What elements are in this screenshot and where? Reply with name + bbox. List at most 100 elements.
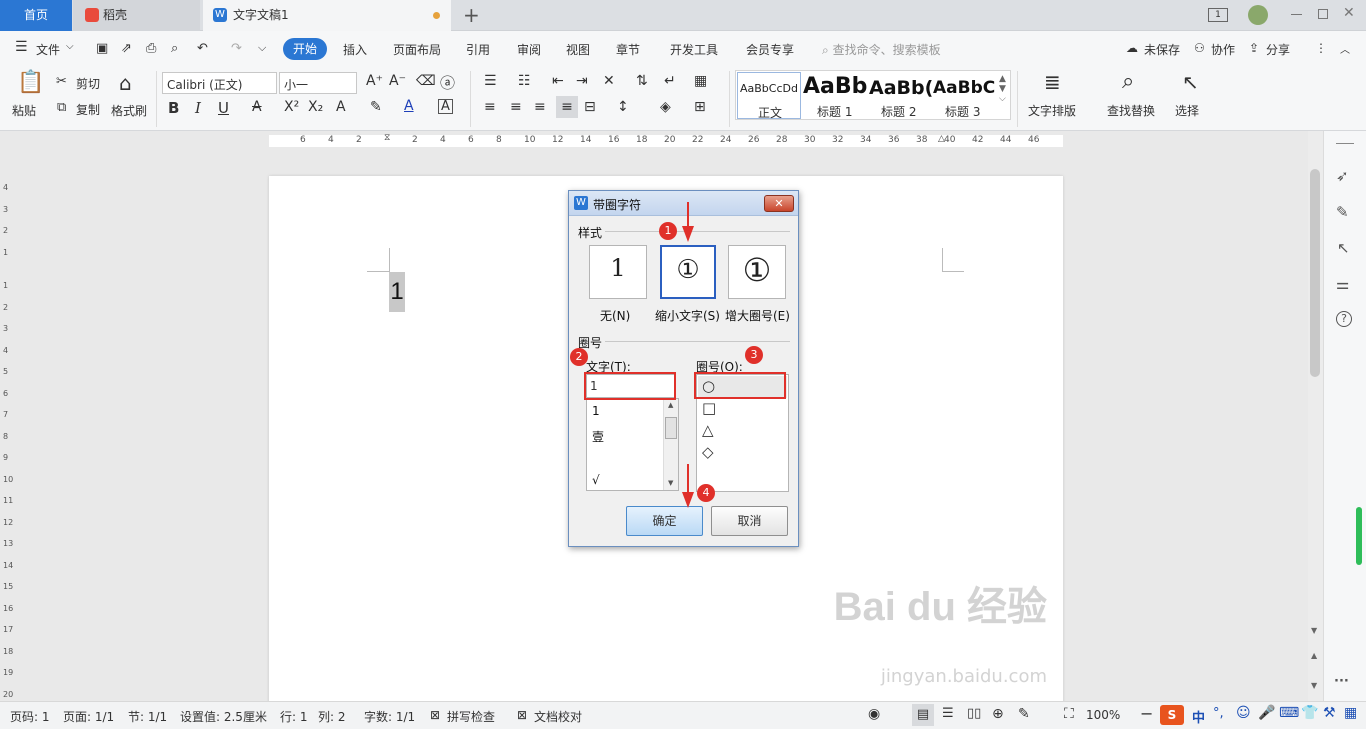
font-size-select[interactable]: 小一: [279, 72, 357, 94]
reading-view-icon[interactable]: ▯▯: [967, 706, 981, 721]
unsaved-status[interactable]: 未保存: [1144, 41, 1180, 58]
sort-icon[interactable]: ⇅: [636, 73, 648, 89]
fit-page-icon[interactable]: ⛶: [1064, 706, 1074, 722]
status-setting[interactable]: 设置值: 2.5厘米: [180, 708, 267, 725]
list-item[interactable]: △: [702, 421, 714, 439]
status-pages[interactable]: 页面: 1/1: [63, 708, 114, 725]
pen-icon[interactable]: ✎: [1336, 203, 1349, 221]
increase-indent-icon[interactable]: ⇥: [576, 73, 588, 89]
rocket-icon[interactable]: ➶: [1336, 167, 1349, 185]
hamburger-icon[interactable]: ☰: [15, 39, 28, 55]
ime-tools-icon[interactable]: ⚒: [1323, 705, 1336, 721]
line-spacing-icon[interactable]: ↕: [617, 99, 629, 115]
scrollbar-thumb[interactable]: [1310, 169, 1320, 377]
panel-toggle-icon[interactable]: [1336, 143, 1354, 144]
status-row[interactable]: 行: 1: [280, 708, 308, 725]
decrease-indent-icon[interactable]: ⇤: [552, 73, 564, 89]
dialog-close-icon[interactable]: ✕: [764, 195, 794, 212]
page-view-icon[interactable]: ▤: [912, 704, 934, 726]
strikethrough-icon[interactable]: A: [252, 99, 262, 115]
style-heading-2[interactable]: AaBb( 标题 2: [869, 72, 933, 119]
grow-font-icon[interactable]: A⁺: [366, 73, 383, 89]
chinese-layout-icon[interactable]: ✕: [603, 73, 615, 89]
selected-document-text[interactable]: 1: [389, 272, 405, 312]
share-button[interactable]: 分享: [1266, 41, 1290, 58]
bullet-list-icon[interactable]: ☰: [484, 73, 497, 89]
text-options-list[interactable]: 1 壹 √ ▲ ▼: [586, 398, 679, 491]
export-icon[interactable]: ⇗: [121, 41, 132, 56]
collapse-ribbon-icon[interactable]: ︿: [1340, 41, 1350, 56]
eye-protect-icon[interactable]: ◉: [868, 706, 880, 722]
more-icon[interactable]: ···: [1334, 674, 1349, 689]
menu-review[interactable]: 审阅: [517, 41, 541, 58]
more-options-icon[interactable]: ⋮: [1315, 41, 1327, 55]
shading-icon[interactable]: ◈: [660, 99, 671, 115]
ime-skin-icon[interactable]: 👕: [1301, 705, 1318, 721]
style-heading-3[interactable]: AaBbC 标题 3: [933, 72, 997, 119]
clear-format-icon[interactable]: ⌫: [416, 73, 436, 89]
menu-home[interactable]: 开始: [283, 38, 327, 60]
scroll-down-icon[interactable]: ▼: [1311, 626, 1317, 635]
list-scrollbar[interactable]: ▲ ▼: [663, 399, 678, 490]
style-normal[interactable]: AaBbCcDd 正文: [737, 72, 801, 120]
menu-file[interactable]: 文件: [36, 41, 60, 58]
tab-document[interactable]: W 文字文稿1: [203, 0, 451, 31]
print-preview-icon[interactable]: ⌕: [171, 41, 178, 56]
add-tab-button[interactable]: +: [463, 0, 480, 31]
green-handle-icon[interactable]: [1356, 507, 1362, 565]
window-layout-icon[interactable]: 1: [1208, 8, 1228, 22]
style-option-shrink-text[interactable]: ①: [660, 245, 716, 299]
select-button[interactable]: 选择: [1175, 102, 1199, 119]
menu-member[interactable]: 会员专享: [746, 41, 794, 58]
status-page-code[interactable]: 页码: 1: [10, 708, 50, 725]
page-up-icon[interactable]: ▲: [1311, 651, 1317, 660]
menu-view[interactable]: 视图: [566, 41, 590, 58]
list-item[interactable]: 壹: [592, 428, 604, 445]
close-icon[interactable]: ✕: [1343, 5, 1355, 21]
cursor-icon[interactable]: ↖: [1337, 239, 1350, 257]
write-view-icon[interactable]: ✎: [1018, 706, 1030, 722]
scrollbar-thumb[interactable]: [665, 417, 677, 439]
ime-menu-icon[interactable]: ▦: [1344, 705, 1357, 721]
settings-sliders-icon[interactable]: ⚌: [1336, 275, 1349, 293]
ime-voice-icon[interactable]: 🎤: [1258, 705, 1275, 721]
ime-mode[interactable]: 中: [1192, 707, 1205, 726]
find-replace-button[interactable]: 查找替换: [1107, 102, 1155, 119]
style-option-enlarge-symbol[interactable]: ①: [728, 245, 786, 299]
ime-emoji-icon[interactable]: ☺: [1236, 705, 1251, 721]
show-marks-icon[interactable]: ↵: [664, 73, 676, 89]
indent-marker-icon[interactable]: ⧖: [384, 133, 390, 143]
zoom-level[interactable]: 100%: [1086, 708, 1120, 722]
quick-access-more-icon[interactable]: ⌵: [258, 41, 266, 55]
justify-icon[interactable]: ≡: [556, 96, 578, 118]
zoom-out-icon[interactable]: −: [1140, 704, 1153, 723]
command-search[interactable]: ⌕ 查找命令、搜索模板: [822, 41, 941, 58]
list-item[interactable]: 1: [592, 404, 600, 418]
page-down-icon[interactable]: ▼: [1311, 681, 1317, 690]
shrink-font-icon[interactable]: A⁻: [389, 73, 406, 89]
borders-icon[interactable]: ⊞: [694, 99, 706, 115]
text-effect-icon[interactable]: A: [336, 99, 346, 115]
paste-icon[interactable]: 📋: [17, 70, 44, 95]
proofread-button[interactable]: 文档校对: [534, 708, 582, 725]
undo-icon[interactable]: ↶: [197, 41, 208, 56]
status-words[interactable]: 字数: 1/1: [364, 708, 415, 725]
enclose-char-icon[interactable]: ⓐ: [440, 72, 455, 93]
align-right-icon[interactable]: ≡: [534, 99, 546, 115]
underline-icon[interactable]: U: [218, 99, 229, 117]
spell-check-button[interactable]: 拼写检查: [447, 708, 495, 725]
right-indent-marker-icon[interactable]: △: [938, 134, 945, 144]
table-grid-icon[interactable]: ▦: [694, 73, 707, 89]
superscript-icon[interactable]: X²: [284, 99, 299, 115]
italic-icon[interactable]: I: [195, 99, 201, 117]
outline-view-icon[interactable]: ☰: [942, 706, 954, 721]
cancel-button[interactable]: 取消: [711, 506, 788, 536]
minimize-icon[interactable]: [1291, 14, 1302, 15]
scroll-down-icon[interactable]: ▼: [668, 479, 673, 487]
bold-icon[interactable]: B: [168, 99, 179, 117]
menu-references[interactable]: 引用: [466, 41, 490, 58]
vertical-scrollbar[interactable]: ▼ ▲ ▼: [1308, 131, 1323, 701]
copy-button[interactable]: 复制: [76, 101, 100, 118]
list-item[interactable]: √: [592, 473, 600, 487]
ime-keyboard-icon[interactable]: ⌨: [1279, 705, 1299, 721]
